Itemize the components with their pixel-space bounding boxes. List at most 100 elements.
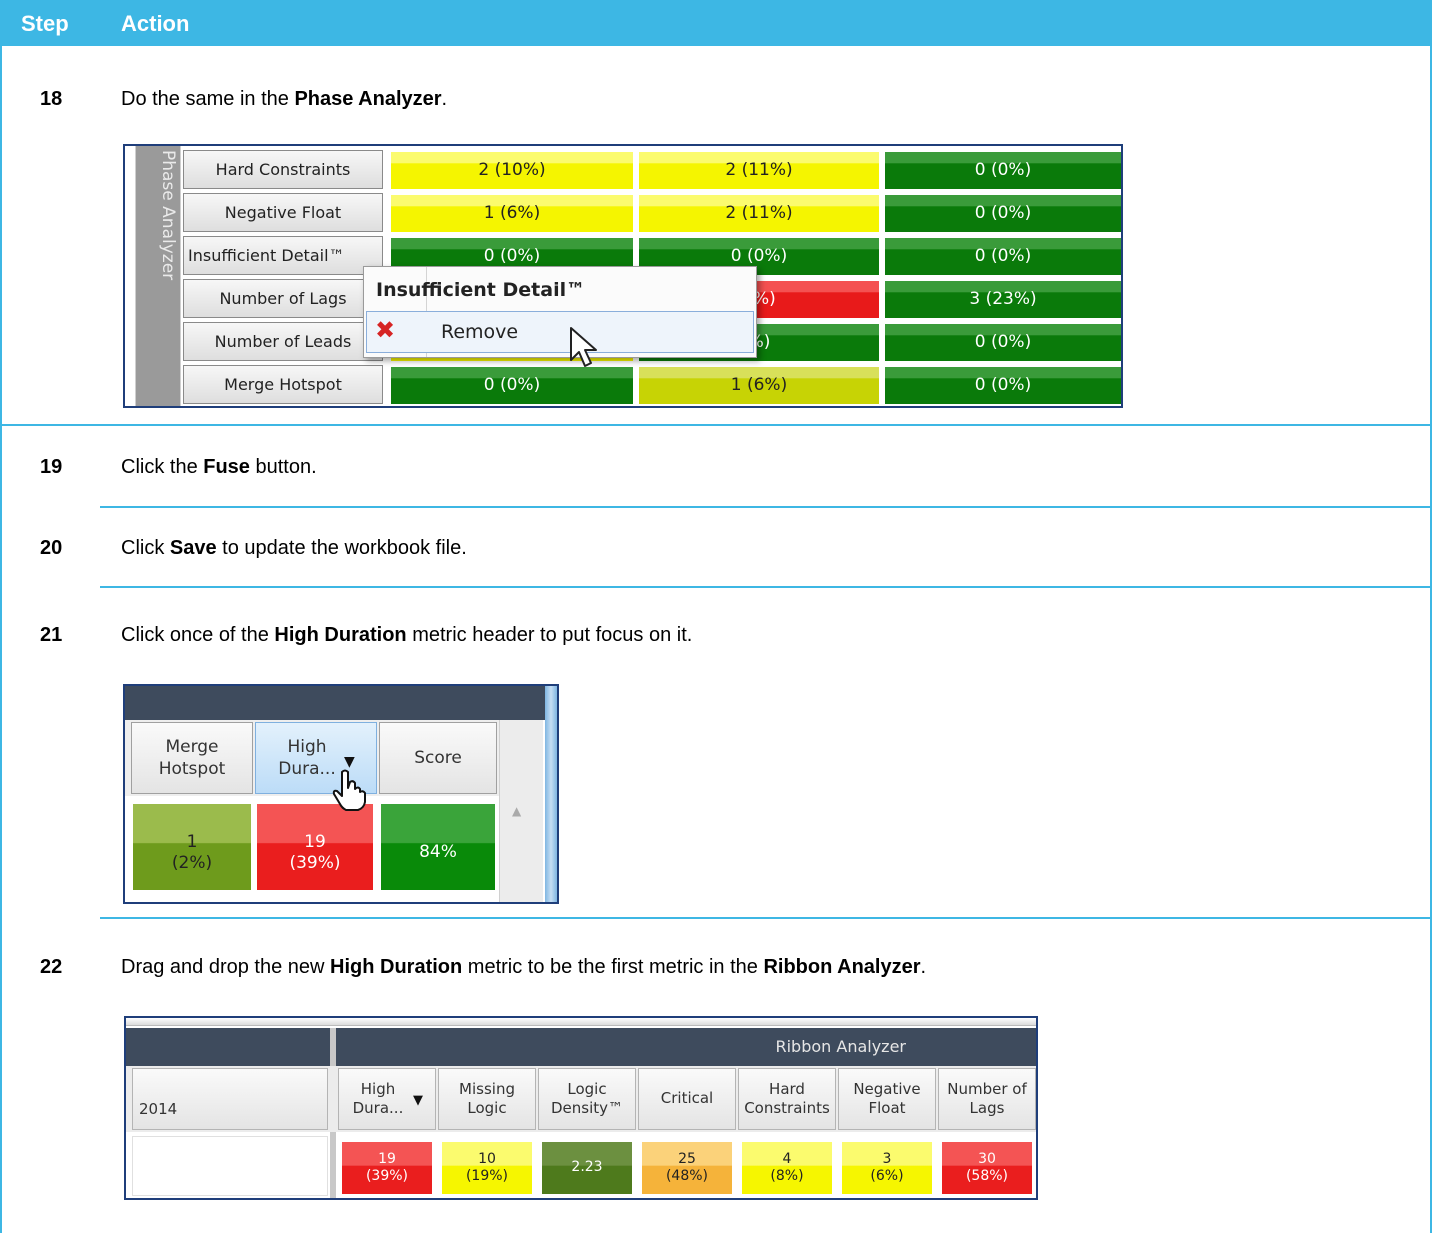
ribbon-metric-header-label: Hard Constraints [744,1079,830,1118]
metric-value-cell: 0 (0%) [391,367,633,404]
merge-hotspot-header[interactable]: Merge Hotspot [131,722,253,794]
step-instruction: Click once of the High Duration metric h… [121,624,693,646]
cell-value-count: 19 [304,831,326,852]
ribbon-metric-header-label: Missing Logic [459,1079,515,1118]
scroll-up-arrow-icon[interactable]: ▲ [512,804,521,818]
score-header-label: Score [414,747,462,768]
step-instruction: Click Save to update the workbook file. [121,537,467,559]
metric-value-cell: 0 (0%) [885,238,1121,275]
ribbon-metric-header-label: High Dura... [352,1079,404,1118]
cell-value-count: 2.23 [571,1159,603,1176]
context-menu: Insufficient Detail™ ✖ Remove [363,266,757,358]
ribbon-metric-header-label: Critical [660,1089,714,1108]
ribbon-metric-header[interactable]: Critical [638,1068,736,1130]
ribbon-metric-value-cell: 10 (19%) [442,1142,532,1194]
year-value-cell [132,1136,328,1196]
year-header-label: 2014 [139,1099,178,1118]
row-divider [100,506,1432,508]
metric-value-cell: 0 (0%) [885,195,1121,232]
high-duration-header-label: High Dura... [278,736,336,779]
ribbon-metric-value-cell: 4 (8%) [742,1142,832,1194]
row-divider [0,424,1432,426]
cell-value-percent: (2%) [171,853,213,873]
metric-value-cell: 1 (2%) [133,804,251,890]
merge-hotspot-header-label: Merge Hotspot [158,736,226,779]
cell-value-percent: (39%) [289,853,341,873]
high-duration-screenshot: Merge Hotspot High Dura... ▼ Score ▲ 1 (2… [123,684,559,904]
ribbon-metric-header[interactable]: Missing Logic [438,1068,536,1130]
cell-value-count: 3 [882,1150,892,1167]
metric-value-cell: 2 (11%) [639,195,879,232]
ribbon-metric-header[interactable]: High Dura... ▼ [338,1068,436,1130]
ribbon-group-bar: Ribbon Analyzer [336,1028,1036,1066]
phase-analyzer-screenshot: Phase Analyzer Hard Constraints 2 (10%) 2 … [123,144,1123,408]
mouse-cursor-icon [570,327,597,367]
ribbon-metric-header[interactable]: Negative Float [838,1068,936,1130]
step-number: 19 [40,456,63,478]
hand-cursor-icon [332,769,366,811]
step-number: 21 [40,624,63,646]
ribbon-metric-header[interactable]: Logic Density™ [538,1068,636,1130]
step-instruction: Click the Fuse button. [121,456,317,478]
step-number: 18 [40,88,63,110]
cell-value-count: 25 [678,1150,696,1167]
metric-row-label[interactable]: Hard Constraints [183,150,383,189]
context-menu-title: Insufficient Detail™ [376,279,586,301]
cell-value-percent: (58%) [965,1168,1009,1184]
dropdown-arrow-icon[interactable]: ▼ [413,1093,423,1110]
step-column-header: Step [21,11,69,36]
step-number: 20 [40,537,63,559]
metric-value-cell: 1 (6%) [639,367,879,404]
metric-row-label[interactable]: Insufficient Detail™ [183,236,383,275]
left-group-bar [126,1028,330,1066]
metric-row-label[interactable]: Negative Float [183,193,383,232]
ribbon-metric-value-cell: 2.23 [542,1142,632,1194]
ribbon-metric-value-cell: 19 (39%) [342,1142,432,1194]
remove-label: Remove [441,321,519,343]
ribbon-metric-header[interactable]: Hard Constraints [738,1068,836,1130]
cell-value-count: 30 [978,1150,996,1167]
ribbon-analyzer-title: Ribbon Analyzer [775,1037,906,1056]
metric-row-label[interactable]: Number of Leads [183,322,383,361]
cell-value-count: 1 [186,831,198,852]
cell-value-percent: (8%) [770,1168,804,1184]
metric-value-cell: 19 (39%) [257,804,373,890]
ribbon-metric-value-cell: 25 (48%) [642,1142,732,1194]
cell-value-count: 19 [378,1150,396,1167]
grid-top-strip [126,1018,1036,1026]
metric-row-label[interactable]: Merge Hotspot [183,365,383,404]
cell-value-percent: (19%) [465,1168,509,1184]
metric-value-cell: 2 (11%) [639,152,879,189]
action-column-header: Action [121,11,190,36]
metric-value-cell: 84% [381,804,495,890]
ribbon-metric-header-label: Number of Lags [947,1079,1027,1118]
ribbon-metric-value-cell: 3 (6%) [842,1142,932,1194]
remove-menu-item[interactable]: ✖ Remove [366,311,754,353]
metric-row-label[interactable]: Number of Lags [183,279,383,318]
metric-value-cell: 0 (0%) [885,152,1121,189]
metric-value-cell: 0 (0%) [885,367,1121,404]
step-number: 22 [40,956,63,978]
row-divider [100,917,1432,919]
phase-analyzer-side-label: Phase Analyzer [158,150,178,281]
grid-scroll-track[interactable]: ▲ [499,720,543,902]
ribbon-metric-header[interactable]: Number of Lags [938,1068,1036,1130]
table-header: Step Action [0,0,1432,46]
cell-value-percent: (39%) [365,1168,409,1184]
metric-value-cell: 1 (6%) [391,195,633,232]
year-column-header[interactable]: 2014 [132,1068,328,1130]
row-divider [100,586,1432,588]
cell-value-count: 84% [419,842,457,863]
cell-value-count: 4 [782,1150,792,1167]
score-header[interactable]: Score [379,722,497,794]
cell-value-percent: (6%) [870,1168,904,1184]
ribbon-analyzer-screenshot: Ribbon Analyzer 2014 High Dura... ▼ Missin… [124,1016,1038,1200]
red-x-icon: ✖ [375,316,396,344]
ribbon-metric-header-label: Logic Density™ [550,1079,624,1118]
cell-value-percent: (48%) [665,1168,709,1184]
grid-title-bar [125,686,557,720]
metric-value-cell: 0 (0%) [885,324,1121,361]
cell-value-count: 10 [478,1150,496,1167]
metric-value-cell: 2 (10%) [391,152,633,189]
step-instruction: Drag and drop the new High Duration metr… [121,956,927,978]
